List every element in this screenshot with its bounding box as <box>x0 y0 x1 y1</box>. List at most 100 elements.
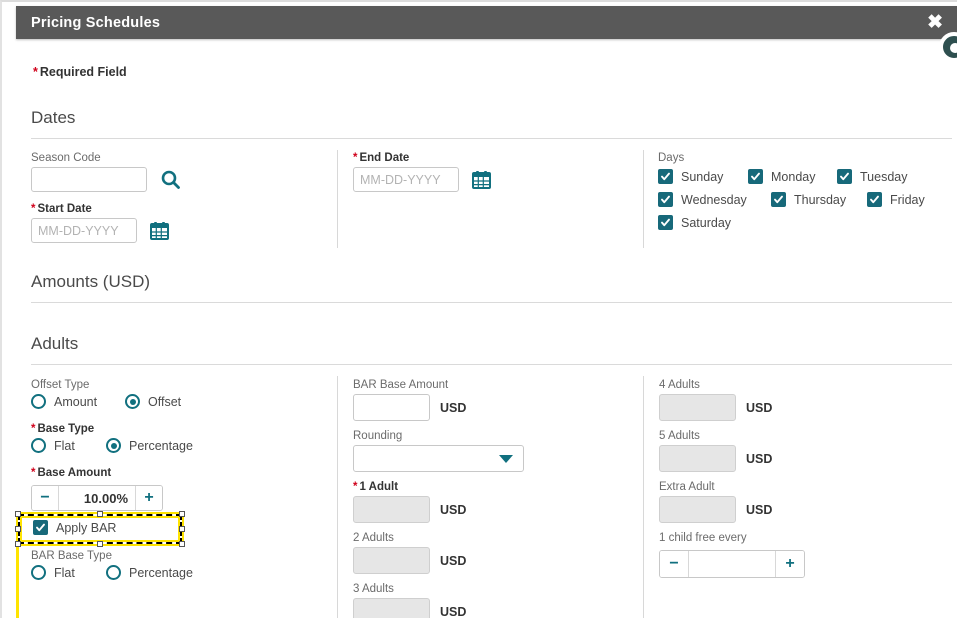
checkbox-monday[interactable]: Monday <box>748 169 837 184</box>
field-3-adults: 3 Adults USD <box>353 583 466 618</box>
days-label: Days <box>658 152 957 164</box>
season-code-input[interactable] <box>31 167 147 192</box>
occupancy-3-adults-input[interactable] <box>353 598 430 618</box>
column-divider-2 <box>643 150 644 248</box>
selection-handle-w[interactable] <box>15 526 21 532</box>
radio-label: Amount <box>54 395 97 409</box>
decrement-button[interactable]: − <box>660 551 689 577</box>
divider-amounts <box>31 302 952 303</box>
field-end-date: *End Date <box>353 152 491 192</box>
occupancy-label: 4 Adults <box>659 379 772 391</box>
check-icon <box>658 215 673 230</box>
field-offset-type: Offset Type Amount Offset <box>31 379 181 409</box>
section-title-dates: Dates <box>31 108 75 128</box>
occupancy-1-adult-input[interactable] <box>353 496 430 523</box>
required-marker: * <box>33 65 38 79</box>
checkbox-thursday[interactable]: Thursday <box>771 192 867 207</box>
divider-adults <box>31 364 952 365</box>
base-amount-stepper[interactable]: − 10.00% + <box>31 485 163 511</box>
start-date-input[interactable] <box>31 218 137 243</box>
currency-label: USD <box>746 401 772 415</box>
help-badge-icon[interactable] <box>939 32 957 62</box>
check-icon <box>771 192 786 207</box>
rounding-select[interactable] <box>353 445 524 472</box>
section-title-adults: Adults <box>31 334 78 354</box>
calendar-icon[interactable] <box>150 221 169 240</box>
calendar-icon[interactable] <box>472 170 491 189</box>
child-free-label: 1 child free every <box>659 532 805 544</box>
currency-label: USD <box>746 503 772 517</box>
occupancy-5-adults-input[interactable] <box>659 445 736 472</box>
radio-icon <box>31 438 46 453</box>
checkbox-wednesday[interactable]: Wednesday <box>658 192 771 207</box>
occupancy-label: 5 Adults <box>659 430 772 442</box>
offset-type-label: Offset Type <box>31 379 181 391</box>
checkbox-apply-bar[interactable]: Apply BAR <box>33 520 116 535</box>
selection-handle-ne[interactable] <box>179 511 185 517</box>
checkbox-sunday[interactable]: Sunday <box>658 169 748 184</box>
checkbox-label: Saturday <box>681 216 731 230</box>
occupancy-extra-adult-input[interactable] <box>659 496 736 523</box>
bar-base-amount-input[interactable] <box>353 394 430 421</box>
base-type-label: *Base Type <box>31 423 193 435</box>
search-icon[interactable] <box>160 169 181 190</box>
season-code-label: Season Code <box>31 152 181 164</box>
radio-label: Flat <box>54 439 75 453</box>
radio-base-type-flat[interactable]: Flat <box>31 438 106 453</box>
check-icon <box>748 169 763 184</box>
radio-icon-selected <box>125 394 140 409</box>
radio-bar-base-type-flat[interactable]: Flat <box>31 565 106 580</box>
selection-edge-marker <box>16 547 19 618</box>
currency-label: USD <box>440 554 466 568</box>
currency-label: USD <box>440 401 466 415</box>
occupancy-2-adults-input[interactable] <box>353 547 430 574</box>
selection-handle-s[interactable] <box>97 541 103 547</box>
radio-label: Percentage <box>129 566 193 580</box>
field-rounding: Rounding <box>353 430 524 472</box>
selection-handle-e[interactable] <box>179 526 185 532</box>
checkbox-label: Friday <box>890 193 925 207</box>
radio-offset-type-amount[interactable]: Amount <box>31 394 125 409</box>
increment-button[interactable]: + <box>135 486 162 510</box>
field-start-date: *Start Date <box>31 203 169 243</box>
close-icon[interactable]: ✖ <box>917 13 957 32</box>
field-days: Days Sunday Monday Tuesday <box>658 152 957 230</box>
radio-bar-base-type-percentage[interactable]: Percentage <box>106 565 193 580</box>
field-season-code: Season Code <box>31 152 181 192</box>
field-base-type: *Base Type Flat Percentage <box>31 423 193 453</box>
occupancy-label: 3 Adults <box>353 583 466 595</box>
radio-icon-selected <box>106 438 121 453</box>
base-amount-value[interactable]: 10.00% <box>59 486 135 510</box>
column-divider-4 <box>643 376 644 618</box>
currency-label: USD <box>746 452 772 466</box>
selection-handle-nw[interactable] <box>15 511 21 517</box>
child-free-value[interactable] <box>689 551 775 577</box>
selection-handle-n[interactable] <box>97 511 103 517</box>
increment-button[interactable]: + <box>775 551 804 577</box>
occupancy-4-adults-input[interactable] <box>659 394 736 421</box>
end-date-input[interactable] <box>353 167 459 192</box>
section-title-amounts: Amounts (USD) <box>31 272 150 292</box>
checkbox-tuesday[interactable]: Tuesday <box>837 169 907 184</box>
radio-icon <box>31 394 46 409</box>
checkbox-saturday[interactable]: Saturday <box>658 215 731 230</box>
radio-offset-type-offset[interactable]: Offset <box>125 394 181 409</box>
bar-base-type-label: BAR Base Type <box>31 550 193 562</box>
checkbox-friday[interactable]: Friday <box>867 192 925 207</box>
child-free-stepper[interactable]: − + <box>659 550 805 578</box>
occupancy-label: *1 Adult <box>353 481 466 493</box>
selection-handle-se[interactable] <box>179 541 185 547</box>
checkbox-label: Wednesday <box>681 193 747 207</box>
currency-label: USD <box>440 503 466 517</box>
field-2-adults: 2 Adults USD <box>353 532 466 574</box>
decrement-button[interactable]: − <box>32 486 59 510</box>
column-divider-1 <box>337 150 338 248</box>
check-icon <box>33 520 48 535</box>
check-icon <box>867 192 882 207</box>
bar-base-amount-label: BAR Base Amount <box>353 379 466 391</box>
check-icon <box>837 169 852 184</box>
radio-icon <box>106 565 121 580</box>
radio-label: Percentage <box>129 439 193 453</box>
checkbox-label: Apply BAR <box>56 521 116 535</box>
radio-base-type-percentage[interactable]: Percentage <box>106 438 193 453</box>
